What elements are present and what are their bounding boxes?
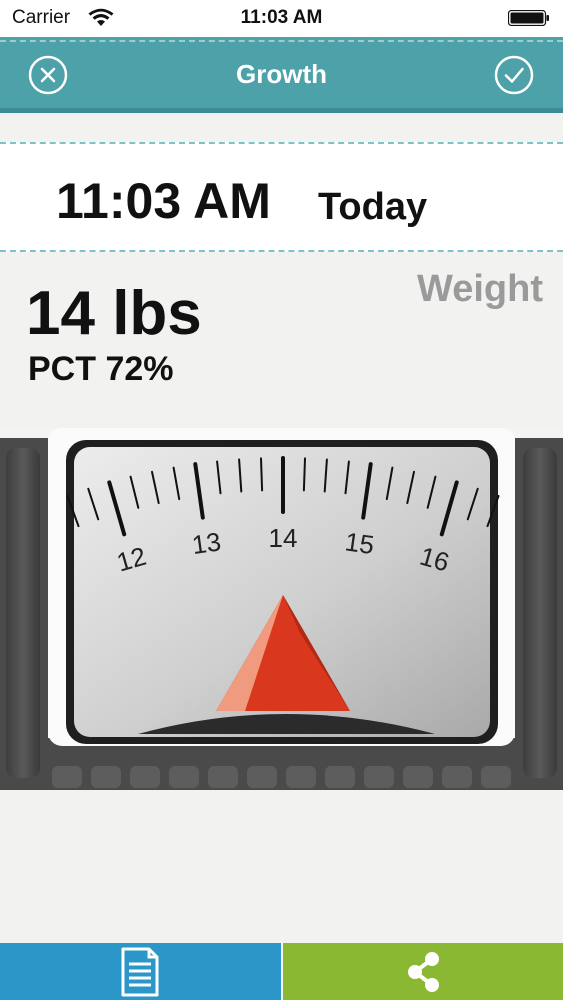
- percentile-value: PCT 72%: [28, 350, 174, 388]
- status-time: 11:03 AM: [240, 7, 323, 28]
- bottom-tab-bar: [0, 943, 563, 1000]
- scale-grip: [403, 766, 433, 788]
- date-picker[interactable]: Today: [318, 186, 427, 229]
- scale-grip: [286, 766, 316, 788]
- nav-bar: Growth: [0, 37, 563, 113]
- scale-grip: [169, 766, 199, 788]
- document-icon: [121, 947, 159, 997]
- scale-tick-label: 14: [269, 523, 298, 553]
- scale-grip: [325, 766, 355, 788]
- scale-minor-tick: [260, 457, 264, 492]
- scale-grip: [364, 766, 394, 788]
- scale-grip: [91, 766, 121, 788]
- scale-graphic[interactable]: 12 13 14 15 16: [0, 428, 563, 790]
- scale-minor-tick: [302, 457, 306, 492]
- page-title: Growth: [236, 59, 327, 89]
- measurement-label: Weight: [417, 268, 543, 310]
- scale-grip: [130, 766, 160, 788]
- weight-scale[interactable]: 12 13 14 15 16: [0, 428, 563, 790]
- status-bar: Carrier 11:03 AM: [0, 0, 563, 37]
- scale-grip: [481, 766, 511, 788]
- weight-value: 14 lbs: [26, 279, 202, 348]
- share-icon: [408, 952, 439, 992]
- log-button[interactable]: [0, 943, 281, 1000]
- scale-grip: [247, 766, 277, 788]
- scale-grip: [208, 766, 238, 788]
- time-date-row: 11:03 AM Today: [0, 142, 563, 252]
- checkmark-icon[interactable]: [494, 55, 534, 95]
- scale-grip: [442, 766, 472, 788]
- scale-tick-label: 15: [343, 526, 376, 560]
- time-picker[interactable]: 11:03 AM: [56, 172, 271, 230]
- share-button[interactable]: [283, 943, 563, 1000]
- battery-icon: [508, 10, 549, 26]
- scale-grip: [52, 766, 82, 788]
- scale-tick-label: 13: [190, 526, 223, 560]
